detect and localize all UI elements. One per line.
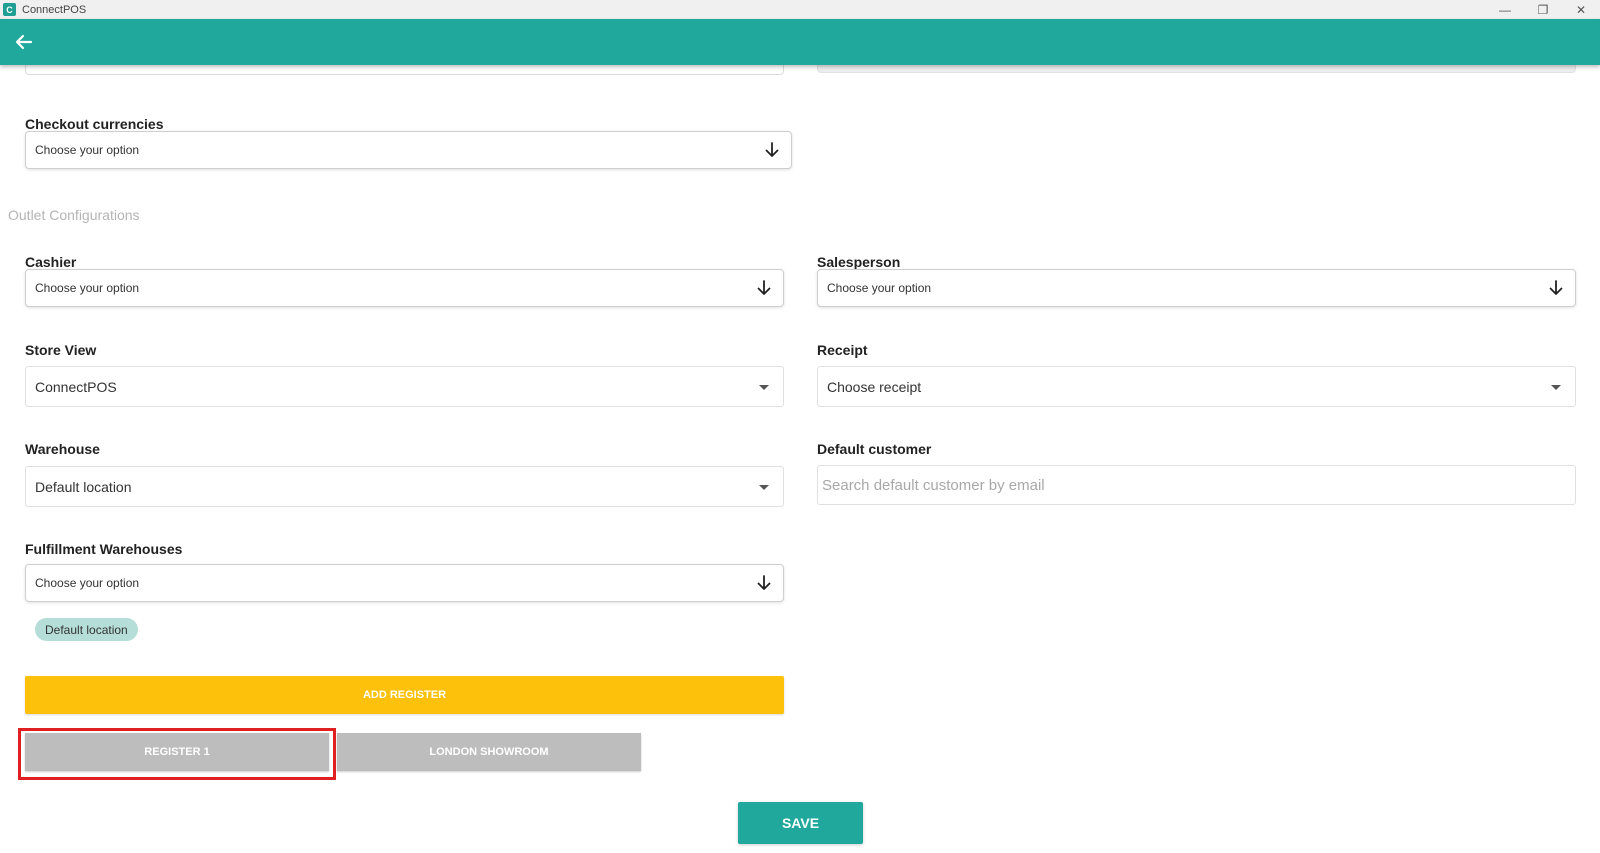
outlet-configurations-title: Outlet Configurations: [8, 207, 140, 223]
caret-down-icon: [759, 385, 769, 390]
app-logo-icon: C: [3, 3, 16, 16]
restore-icon[interactable]: ❐: [1524, 0, 1562, 19]
fulfillment-warehouse-chip[interactable]: Default location: [35, 618, 138, 641]
cashier-placeholder: Choose your option: [35, 281, 140, 295]
receipt-value: Choose receipt: [827, 378, 922, 395]
fulfillment-warehouses-select[interactable]: Choose your option: [25, 564, 784, 602]
arrow-left-icon: [15, 34, 33, 50]
receipt-select[interactable]: Choose receipt: [817, 366, 1576, 407]
window-titlebar: C ConnectPOS — ❐ ✕: [0, 0, 1600, 19]
add-register-button[interactable]: ADD REGISTER: [25, 676, 784, 714]
warehouse-label: Warehouse: [25, 441, 100, 457]
store-view-value: ConnectPOS: [35, 378, 117, 395]
fulfillment-warehouses-placeholder: Choose your option: [35, 576, 140, 590]
checkout-currencies-label: Checkout currencies: [25, 116, 164, 132]
default-customer-label: Default customer: [817, 441, 932, 457]
arrow-down-icon: [757, 280, 771, 295]
warehouse-select[interactable]: Default location: [25, 466, 784, 507]
settings-content: Checkout currencies Choose your option O…: [0, 55, 1600, 853]
salesperson-select[interactable]: Choose your option: [817, 269, 1576, 307]
london-showroom-button[interactable]: LONDON SHOWROOM: [337, 733, 641, 771]
app-header: [0, 19, 1600, 65]
store-view-select[interactable]: ConnectPOS: [25, 366, 784, 407]
warehouse-value: Default location: [35, 478, 132, 495]
arrow-down-icon: [765, 142, 779, 157]
cashier-label: Cashier: [25, 254, 77, 270]
caret-down-icon: [1551, 385, 1561, 390]
save-button[interactable]: SAVE: [738, 802, 863, 844]
caret-down-icon: [759, 485, 769, 490]
window-title: ConnectPOS: [22, 3, 87, 16]
fulfillment-warehouses-label: Fulfillment Warehouses: [25, 541, 183, 557]
back-button[interactable]: [12, 30, 36, 54]
salesperson-label: Salesperson: [817, 254, 901, 270]
register-1-highlight: [18, 728, 336, 780]
cashier-select[interactable]: Choose your option: [25, 269, 784, 307]
checkout-currencies-placeholder: Choose your option: [35, 143, 140, 157]
window-controls: — ❐ ✕: [1486, 0, 1600, 19]
close-icon[interactable]: ✕: [1562, 0, 1600, 19]
checkout-currencies-select[interactable]: Choose your option: [25, 131, 792, 169]
arrow-down-icon: [1549, 280, 1563, 295]
receipt-label: Receipt: [817, 342, 868, 358]
arrow-down-icon: [757, 575, 771, 590]
minimize-icon[interactable]: —: [1486, 0, 1524, 19]
salesperson-placeholder: Choose your option: [827, 281, 932, 295]
default-customer-input[interactable]: [817, 465, 1576, 505]
store-view-label: Store View: [25, 342, 97, 358]
